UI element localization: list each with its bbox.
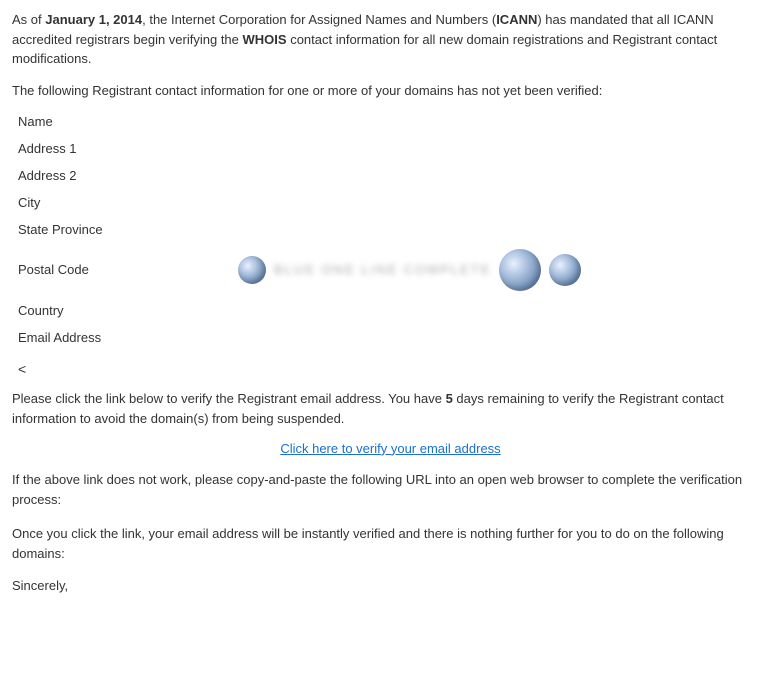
verify-paragraph: Please click the link below to verify th… [12,389,769,429]
contact-row-postal: Postal Code BLUE ONE LINE COMPLETE [12,243,769,297]
contact-row-state: State Province [12,216,769,243]
contact-row-address2: Address 2 [12,162,769,189]
contact-label-country: Country [18,303,178,318]
not-verified-text: The following Registrant contact informa… [12,83,769,98]
once-paragraph: Once you click the link, your email addr… [12,524,769,564]
back-arrow: < [12,359,769,381]
contact-row-email: Email Address [12,324,769,351]
intro-paragraph: As of January 1, 2014, the Internet Corp… [12,10,769,69]
sincerely-text: Sincerely, [12,578,769,593]
contact-label-postal: Postal Code [18,262,178,277]
contact-label-address2: Address 2 [18,168,178,183]
captcha-container: BLUE ONE LINE COMPLETE [238,249,581,291]
bubble-medium [549,254,581,286]
url-paragraph: If the above link does not work, please … [12,470,769,510]
bubble-small [238,256,266,284]
contact-row-city: City [12,189,769,216]
bubble-large [499,249,541,291]
contact-label-name: Name [18,114,178,129]
contact-label-address1: Address 1 [18,141,178,156]
blurred-text: BLUE ONE LINE COMPLETE [274,262,491,277]
contact-row-name: Name [12,108,769,135]
verify-email-link[interactable]: Click here to verify your email address [280,441,500,456]
contact-label-city: City [18,195,178,210]
contact-label-email: Email Address [18,330,178,345]
contact-label-state: State Province [18,222,178,237]
contact-table: Name Address 1 Address 2 City State Prov… [12,108,769,351]
contact-row-country: Country [12,297,769,324]
contact-row-address1: Address 1 [12,135,769,162]
verify-link-container: Click here to verify your email address [12,441,769,456]
